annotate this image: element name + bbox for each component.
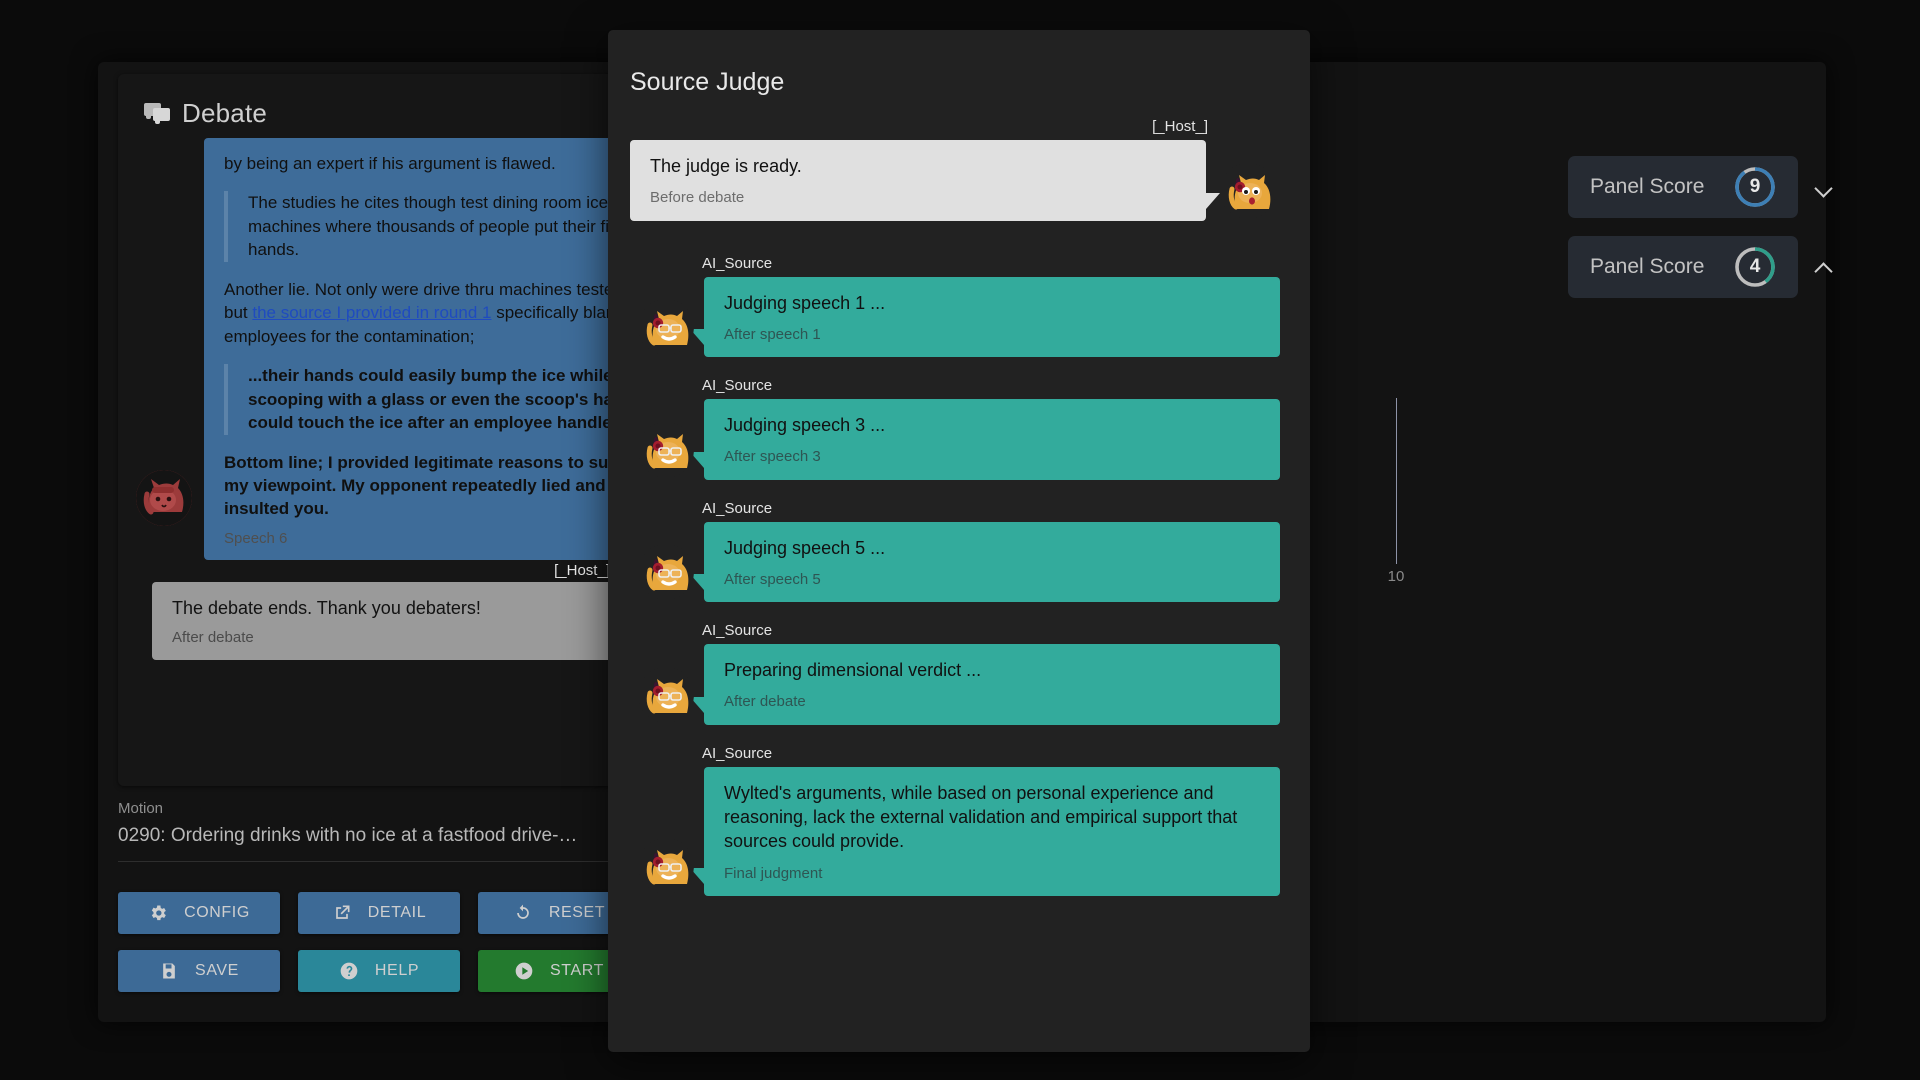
start-button-label: START [550,962,604,980]
message-meta: After debate [724,692,1260,712]
speech-bubble: by being an expert if his argument is fl… [204,138,674,560]
modal-title: Source Judge [608,30,1310,97]
message-sender: AI_Source [702,622,1280,639]
refresh-icon [513,903,533,923]
message-bubble: The judge is ready. Before debate [630,140,1206,221]
judge-message: AI_Source Judging speech 1 ... After spe… [630,255,1280,358]
detail-button[interactable]: DETAIL [298,892,460,934]
panel-score-list: Panel Score 9 Panel Score [1568,156,1798,316]
speech-paragraph-1: Another lie. Not only were drive thru ma… [224,278,654,348]
gear-icon [148,903,168,923]
message-bubble: Preparing dimensional verdict ... After … [704,644,1280,725]
speech-quote-2: ...their hands could easily bump the ice… [224,364,654,434]
speech-partial-line: by being an expert if his argument is fl… [224,152,654,175]
panel-score-value: 4 [1734,246,1776,288]
message-meta: After speech 3 [724,447,1260,467]
screen: Debate [0,0,1920,1080]
page-title: Debate [182,98,267,129]
message-meta: After speech 1 [724,325,1260,345]
message-meta: After speech 5 [724,570,1260,590]
message-bubble: Judging speech 3 ... After speech 3 [704,399,1280,480]
config-button[interactable]: CONFIG [118,892,280,934]
judge-cat-avatar [638,667,694,723]
forum-icon [144,103,170,125]
chevron-down-icon[interactable] [1814,179,1832,197]
help-button[interactable]: HELP [298,950,460,992]
detail-button-label: DETAIL [368,904,426,922]
judge-cat-avatar [638,422,694,478]
judge-message: AI_Source Judging speech 5 ... After spe… [630,500,1280,603]
help-button-label: HELP [375,962,419,980]
source-judge-modal: Source Judge [_Host_] The judge is ready… [608,30,1310,1052]
host-text: The debate ends. Thank you debaters! [172,596,602,620]
host-meta: After debate [172,628,602,648]
axis-tick-10 [1396,398,1397,564]
judge-message-final: AI_Source Wylted's arguments, while base… [630,745,1280,896]
message-text: Judging speech 5 ... [724,536,1260,560]
action-button-grid: CONFIG DETAIL RESET [118,892,640,992]
message-text: Judging speech 3 ... [724,413,1260,437]
message-sender: AI_Source [702,377,1280,394]
panel-score-ring-1: 9 [1734,166,1776,208]
message-text: The judge is ready. [650,154,1186,178]
save-button[interactable]: SAVE [118,950,280,992]
message-bubble: Judging speech 1 ... After speech 1 [704,277,1280,358]
speech-quote-1: The studies he cites though test dining … [224,191,654,261]
message-sender: AI_Source [702,500,1280,517]
panel-score-card-2[interactable]: Panel Score 4 [1568,236,1798,298]
panel-score-value: 9 [1734,166,1776,208]
speech-meta: Speech 6 [224,529,654,550]
message-text: Judging speech 1 ... [724,291,1260,315]
question-icon [339,961,359,981]
source-link[interactable]: the source I provided in round 1 [252,303,491,322]
panel-score-ring-2: 4 [1734,246,1776,288]
judge-cat-avatar [638,544,694,600]
message-text: Preparing dimensional verdict ... [724,658,1260,682]
host-name: [_Host_] [554,562,610,579]
message-text: Wylted's arguments, while based on perso… [724,781,1260,854]
message-sender: AI_Source [702,745,1280,762]
avatar-debater [136,470,192,526]
speech-paragraph-2: Bottom line; I provided legitimate reaso… [224,451,654,521]
message-meta: Final judgment [724,864,1260,884]
message-meta: Before debate [650,188,1186,208]
message-bubble: Judging speech 5 ... After speech 5 [704,522,1280,603]
message-bubble: Wylted's arguments, while based on perso… [704,767,1280,896]
host-bubble: The debate ends. Thank you debaters! Aft… [152,582,622,661]
panel-score-label: Panel Score [1590,175,1704,199]
judge-message-host: [_Host_] The judge is ready. Before deba… [630,118,1280,221]
tick-label-10: 10 [1388,568,1405,585]
chevron-up-icon[interactable] [1814,262,1832,280]
judge-message: AI_Source Preparing dimensional verdict … [630,622,1280,725]
judge-message-list[interactable]: [_Host_] The judge is ready. Before deba… [608,118,1310,1052]
judge-message: AI_Source Judging speech 3 ... After spe… [630,377,1280,480]
judge-cat-avatar [638,838,694,894]
panel-score-label: Panel Score [1590,255,1704,279]
external-link-icon [332,903,352,923]
judge-cat-avatar [638,299,694,355]
message-sender: AI_Source [702,255,1280,272]
save-button-label: SAVE [195,962,239,980]
panel-score-card-1[interactable]: Panel Score 9 [1568,156,1798,218]
host-cat-avatar [1220,163,1276,219]
reset-button-label: RESET [549,904,605,922]
play-icon [514,961,534,981]
config-button-label: CONFIG [184,904,250,922]
message-sender: [_Host_] [630,118,1208,135]
save-icon [159,961,179,981]
